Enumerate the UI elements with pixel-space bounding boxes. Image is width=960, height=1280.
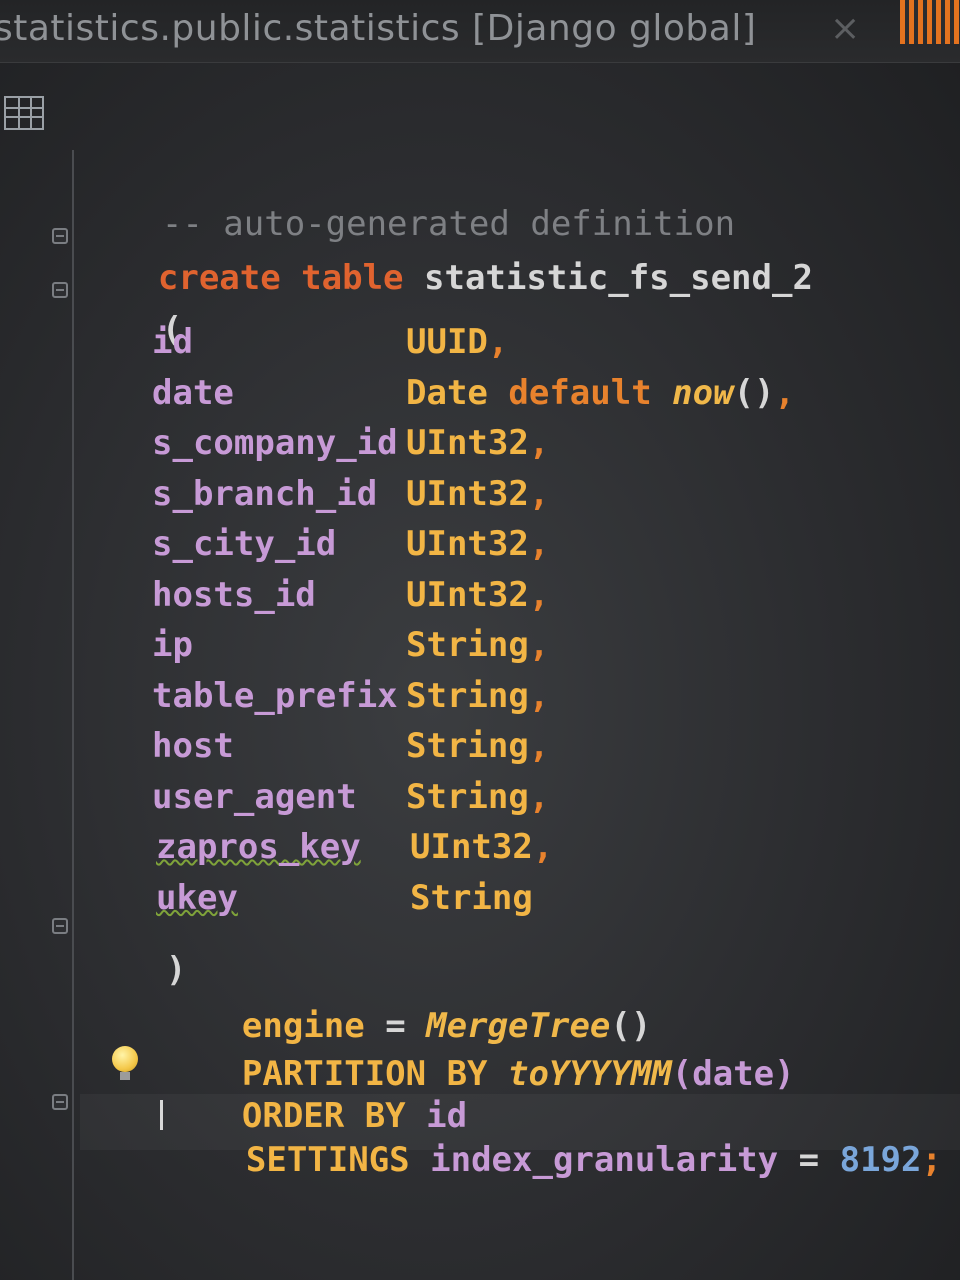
window-title: statistics.public.statistics [Django glo… xyxy=(0,8,757,49)
function-parens: () xyxy=(733,372,775,413)
text-caret xyxy=(160,1100,163,1130)
column-type-group: String xyxy=(410,878,533,918)
column-type-group: String, xyxy=(406,676,549,716)
comma: , xyxy=(528,625,550,665)
column-row: ip String, xyxy=(152,625,549,665)
column-name: ip xyxy=(152,625,193,665)
column-type-group: String, xyxy=(406,625,549,665)
column-type-group: UInt32, xyxy=(406,423,549,463)
column-row: user_agent String, xyxy=(152,776,549,817)
column-type: String xyxy=(406,625,529,665)
column-row: s_company_id UInt32, xyxy=(152,423,549,463)
settings-value: 8192 xyxy=(839,1140,922,1180)
column-row: zapros_key UInt32, xyxy=(156,827,553,867)
column-type: UInt32 xyxy=(406,423,529,463)
window-titlebar: statistics.public.statistics [Django glo… xyxy=(0,0,960,63)
comma: , xyxy=(528,776,550,817)
column-row: hosts_id UInt32, xyxy=(152,574,549,615)
settings-name: index_granularity xyxy=(430,1140,779,1180)
comma: , xyxy=(528,524,550,564)
code-line-create: create table statistic_fs_send_2 xyxy=(76,218,813,338)
comma: , xyxy=(528,726,550,766)
fold-icon[interactable] xyxy=(52,1094,68,1110)
column-name: table_prefix xyxy=(152,675,398,716)
fold-icon[interactable] xyxy=(52,228,68,244)
column-row: s_city_id UInt32, xyxy=(152,524,549,564)
column-type: UInt32 xyxy=(410,827,533,867)
default-keyword: default xyxy=(508,372,652,413)
default-function: now xyxy=(672,372,734,413)
column-type-group: String, xyxy=(406,777,549,817)
comma: , xyxy=(528,574,550,615)
column-type-group: Date default now(), xyxy=(406,373,795,413)
column-type-group: String, xyxy=(406,726,549,766)
table-name: statistic_fs_send_2 xyxy=(424,258,813,298)
comma: , xyxy=(774,372,796,413)
column-type: String xyxy=(406,726,529,766)
lightbulb-icon[interactable] xyxy=(112,1046,138,1080)
column-type: String xyxy=(410,877,533,918)
editor-gutter xyxy=(72,150,74,1280)
settings-equals: = xyxy=(798,1140,820,1180)
code-line-settings: SETTINGS index_granularity = 8192; xyxy=(164,1100,942,1220)
column-type: Date xyxy=(406,372,488,413)
comma: , xyxy=(487,322,509,362)
column-type-group: UUID, xyxy=(406,322,508,362)
column-name: hosts_id xyxy=(152,574,316,615)
comma: , xyxy=(528,675,550,716)
column-name: id xyxy=(152,322,193,362)
column-name: s_company_id xyxy=(152,423,398,463)
column-row: s_branch_id UInt32, xyxy=(152,473,549,514)
settings-keyword: SETTINGS xyxy=(245,1140,410,1180)
column-type-group: UInt32, xyxy=(406,575,549,615)
fold-icon[interactable] xyxy=(52,282,68,298)
column-row: host String, xyxy=(152,726,549,766)
column-row: table_prefix String, xyxy=(152,675,549,716)
column-type-group: UInt32, xyxy=(406,524,549,564)
column-type-group: UInt32, xyxy=(410,827,553,867)
column-name: zapros_key xyxy=(156,827,361,867)
app-logo-icon xyxy=(900,0,960,44)
column-type-group: UInt32, xyxy=(406,474,549,514)
fold-icon[interactable] xyxy=(52,918,68,934)
column-type: UInt32 xyxy=(406,524,529,564)
column-type: UInt32 xyxy=(406,473,529,514)
column-name: date xyxy=(152,372,234,413)
close-tab-icon[interactable]: × xyxy=(830,8,860,49)
column-type: String xyxy=(406,776,529,817)
column-row: date Date default now(), xyxy=(152,372,795,413)
column-name: s_city_id xyxy=(152,524,337,564)
column-row: id UUID, xyxy=(152,322,508,362)
column-type: UUID xyxy=(406,322,488,362)
partition-function: toYYYYMM xyxy=(508,1054,672,1094)
create-table-keyword: create table xyxy=(157,258,404,298)
column-name: user_agent xyxy=(152,776,357,817)
column-type: UInt32 xyxy=(406,574,529,615)
column-name: s_branch_id xyxy=(152,473,378,514)
column-type: String xyxy=(406,675,529,716)
comma: , xyxy=(528,473,550,514)
partition-argument: (date) xyxy=(671,1054,795,1094)
column-name: host xyxy=(152,726,234,766)
settings-semicolon: ; xyxy=(921,1140,942,1180)
comma: , xyxy=(532,827,554,867)
comma: , xyxy=(528,423,550,463)
table-icon[interactable] xyxy=(4,96,44,130)
